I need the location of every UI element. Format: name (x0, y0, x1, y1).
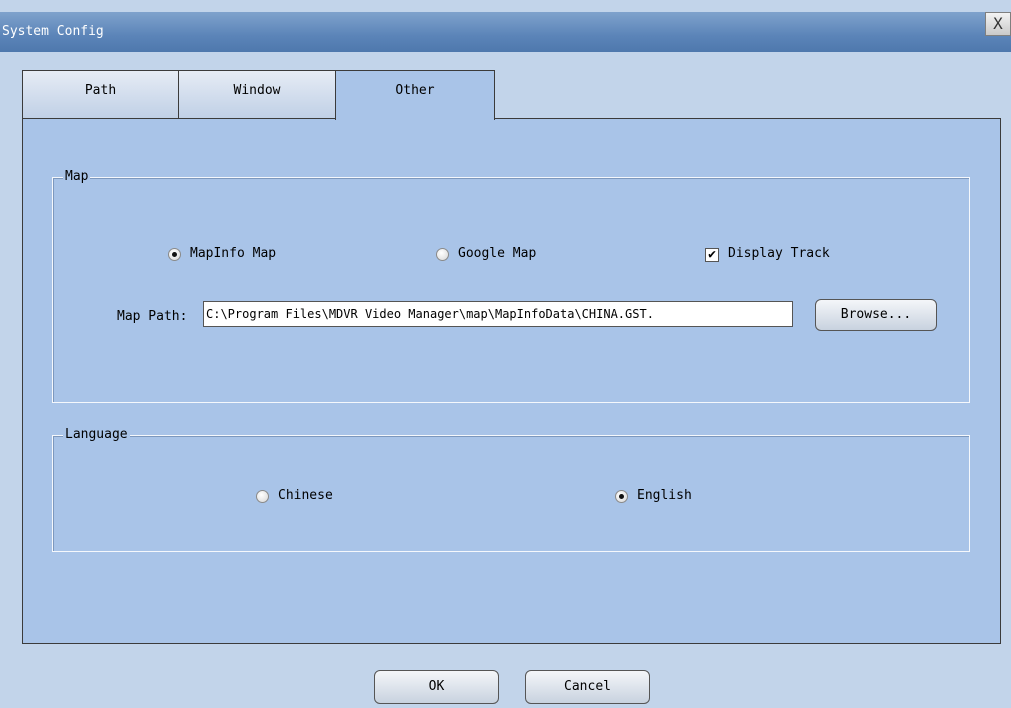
tab-window[interactable]: Window (178, 70, 336, 118)
mapinfo-map-radio[interactable] (168, 248, 181, 261)
cancel-button-label: Cancel (564, 679, 611, 694)
mapinfo-map-label: MapInfo Map (190, 246, 277, 261)
radio-selected-dot (172, 252, 177, 257)
display-track-label: Display Track (728, 246, 830, 261)
title-bar[interactable]: System Config X (0, 12, 1011, 52)
ok-button[interactable]: OK (374, 670, 499, 704)
tab-path-label: Path (84, 83, 117, 98)
english-radio[interactable] (615, 490, 628, 503)
close-icon: X (993, 14, 1003, 33)
map-group-legend: Map (63, 169, 91, 184)
map-path-label: Map Path: (117, 309, 188, 324)
map-path-input[interactable]: C:\Program Files\MDVR Video Manager\map\… (203, 301, 793, 327)
language-groupbox: Language (52, 427, 970, 552)
browse-button-label: Browse... (840, 307, 912, 322)
google-map-radio[interactable] (436, 248, 449, 261)
close-button[interactable]: X (985, 12, 1011, 36)
display-track-checkbox[interactable]: ✔ (705, 248, 719, 262)
window-title: System Config (2, 24, 104, 39)
language-group-legend: Language (63, 427, 130, 442)
radio-selected-dot (619, 494, 624, 499)
tab-window-label: Window (233, 83, 281, 98)
tab-path[interactable]: Path (22, 70, 179, 118)
tab-other[interactable]: Other (335, 70, 495, 120)
chinese-label: Chinese (278, 488, 333, 503)
chinese-radio[interactable] (256, 490, 269, 503)
ok-button-label: OK (428, 679, 445, 694)
browse-button[interactable]: Browse... (815, 299, 937, 331)
checkmark-icon: ✔ (708, 247, 716, 262)
map-groupbox: Map (52, 169, 970, 403)
english-label: English (637, 488, 692, 503)
google-map-label: Google Map (458, 246, 537, 261)
tab-other-label: Other (395, 83, 435, 98)
cancel-button[interactable]: Cancel (525, 670, 650, 704)
